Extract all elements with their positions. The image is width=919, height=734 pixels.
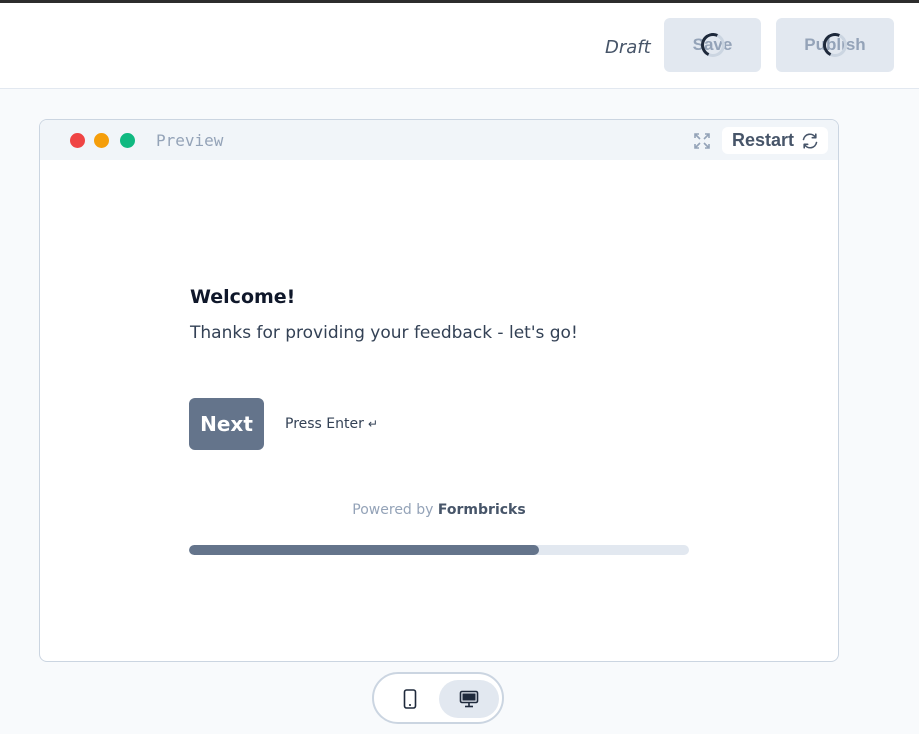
next-button[interactable]: Next [189,398,264,450]
survey-subtitle: Thanks for providing your feedback - let… [190,323,578,343]
device-toggle [372,672,504,724]
window-close-dot [70,133,85,148]
draft-status: Draft [605,37,651,58]
desktop-view-button[interactable] [439,680,499,718]
publish-button[interactable]: Publish [776,18,894,72]
survey-title: Welcome! [190,286,296,308]
preview-window: Preview Restart Welcome! Thanks for prov… [39,119,839,662]
window-maximize-dot [120,133,135,148]
progress-bar [189,545,689,555]
powered-by-label: Powered by [352,502,434,518]
powered-by: Powered by Formbricks [40,502,838,518]
press-enter-hint: Press Enter ↵ [285,416,378,432]
enter-key-icon: ↵ [367,417,378,431]
editor-header: Draft Save Publish [0,3,919,89]
smartphone-icon [403,689,417,709]
preview-label: Preview [156,131,224,150]
preview-titlebar: Preview Restart [40,120,838,160]
brand-link[interactable]: Formbricks [438,502,526,518]
monitor-icon [459,690,479,708]
refresh-icon [802,133,818,149]
press-enter-label: Press Enter [285,416,364,432]
expand-icon[interactable] [693,132,711,150]
restart-label: Restart [732,130,795,150]
mobile-view-button[interactable] [380,680,440,718]
window-minimize-dot [94,133,109,148]
restart-button[interactable]: Restart [722,127,828,154]
progress-fill [189,545,539,555]
save-button[interactable]: Save [664,18,761,72]
